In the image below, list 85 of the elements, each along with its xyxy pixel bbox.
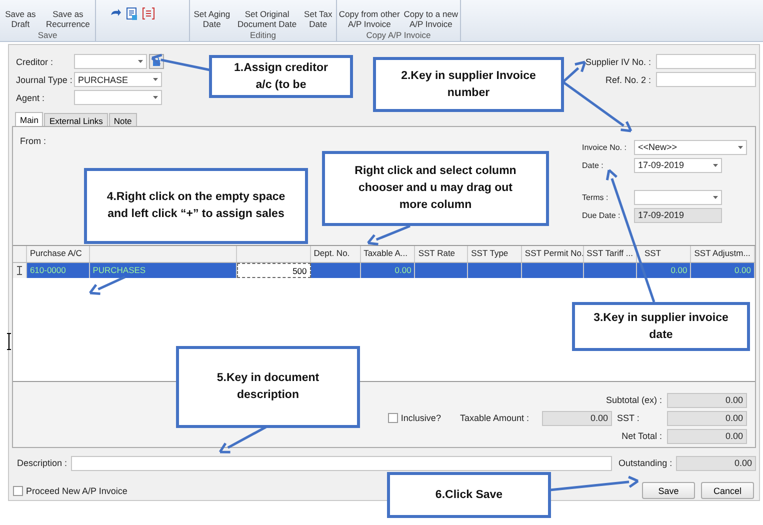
table-cell: 0.00 [360,263,416,278]
cancel-button[interactable]: Cancel [701,482,754,499]
table-cell: 500 [237,263,311,278]
field-label: Date : [582,160,604,170]
column-header[interactable]: Taxable A... [360,246,416,262]
ribbon-button[interactable]: Copy to a new A/P Invoice [402,9,460,29]
ribbon-button[interactable]: Set Original Document Date [236,9,298,29]
text-cursor-icon [7,333,11,350]
arrow [366,224,410,246]
row-indicator[interactable] [13,263,27,278]
field-label: Taxable Amount : [460,413,529,423]
field-label: Description : [17,458,68,468]
ribbon-button[interactable]: Set Aging Date [192,9,232,29]
field-label: Due Date : [582,210,622,220]
dropdown-arrow-icon [138,60,143,63]
table-row[interactable]: 610-0000 PURCHASES 500 0.00 0.00 0.00 [13,263,755,278]
amount-field: 0.00 [676,456,756,470]
column-header[interactable]: Purchase A/C [26,246,90,262]
tab[interactable]: External Links [44,113,108,127]
dropdown-field[interactable]: <<New>> [634,140,747,154]
field-label: Subtotal (ex) : [606,395,662,405]
field-label: Supplier IV No. : [584,56,652,66]
callout-box: 2.Key in supplier Invoice number [373,57,564,112]
column-header[interactable]: Dept. No. [310,246,361,262]
group-label: Copy A/P Invoice [365,30,432,41]
field-label: Agent : [16,92,46,102]
group-label: Save [36,30,58,41]
ribbon-button[interactable]: Save as Recurrence [44,9,91,29]
field-label: Ref. No. 2 : [604,74,652,84]
callout-box: 3.Key in supplier invoice date [572,302,750,351]
dropdown-arrow-icon [153,96,158,99]
callout-box: 6.Click Save [387,472,551,518]
text-field[interactable] [656,72,756,87]
field-label: From : [20,136,46,148]
column-header[interactable]: SST Permit No. [522,246,584,262]
dropdown-arrow-icon [713,196,718,198]
tab[interactable]: Main [15,112,44,126]
field-label: Creditor : [16,56,54,66]
column-header[interactable]: SST Tariff ... [584,246,638,262]
lock-icon [152,57,161,66]
callout-box: 5.Key in document description [176,346,360,428]
field-label: Net Total : [622,431,662,441]
dropdown-arrow-icon [153,78,158,81]
amount-field: 0.00 [667,410,747,426]
text-field[interactable] [656,54,756,69]
amount-field: 0.00 [667,392,747,408]
arrow [88,276,126,296]
field-label: SST : [617,413,640,423]
text-cursor-icon [16,266,22,275]
column-header[interactable]: SST [637,246,692,262]
ribbon-button[interactable]: Copy from other A/P Invoice [338,9,401,29]
dropdown-field[interactable]: 17-09-2019 [634,158,722,172]
table-cell: 0.00 [637,263,692,278]
callout-box: 4.Right click on the empty space and left click “+” to assign sales [84,168,308,244]
inclusive-checkbox[interactable]: Inclusive? [388,413,441,423]
dropdown-field[interactable] [634,190,722,204]
field-label: Terms : [582,192,610,202]
arrow [218,426,267,454]
list-icon[interactable] [142,7,155,20]
arrow [150,54,210,72]
dropdown-arrow-icon [738,146,743,148]
dropdown-field[interactable]: PURCHASE [74,72,162,87]
callout-box: Right click and select column chooser and u may drag out more column [322,151,549,226]
table-cell: 0.00 [691,263,755,278]
dropdown-field[interactable] [74,54,147,69]
column-header[interactable]: SST Rate [415,246,468,262]
ribbon-button[interactable]: Set Tax Date [303,9,334,29]
callout-box: 1.Assign creditor a/c (to be [209,55,353,98]
proceed-checkbox[interactable]: Proceed New A/P Invoice [13,486,128,496]
amount-field: 0.00 [667,428,747,444]
description-field[interactable] [70,456,612,470]
ribbon-button[interactable]: Save as Draft [4,9,37,29]
column-header[interactable]: SST Type [468,246,522,262]
field-label: Invoice No. : [582,142,628,152]
table-cell: 610-0000 [26,263,90,278]
amount-field: 0.00 [542,410,612,426]
field-label: Outstanding : [618,458,674,468]
tab[interactable]: Note [108,113,137,127]
field-label: Journal Type : [16,74,74,84]
save-button[interactable]: Save [642,482,695,499]
group-label: Editing [249,30,277,41]
dropdown-field[interactable] [74,90,162,105]
dropdown-arrow-icon [713,164,718,166]
select-document-icon[interactable] [125,7,138,20]
column-header[interactable]: SST Adjustm... [691,246,755,262]
